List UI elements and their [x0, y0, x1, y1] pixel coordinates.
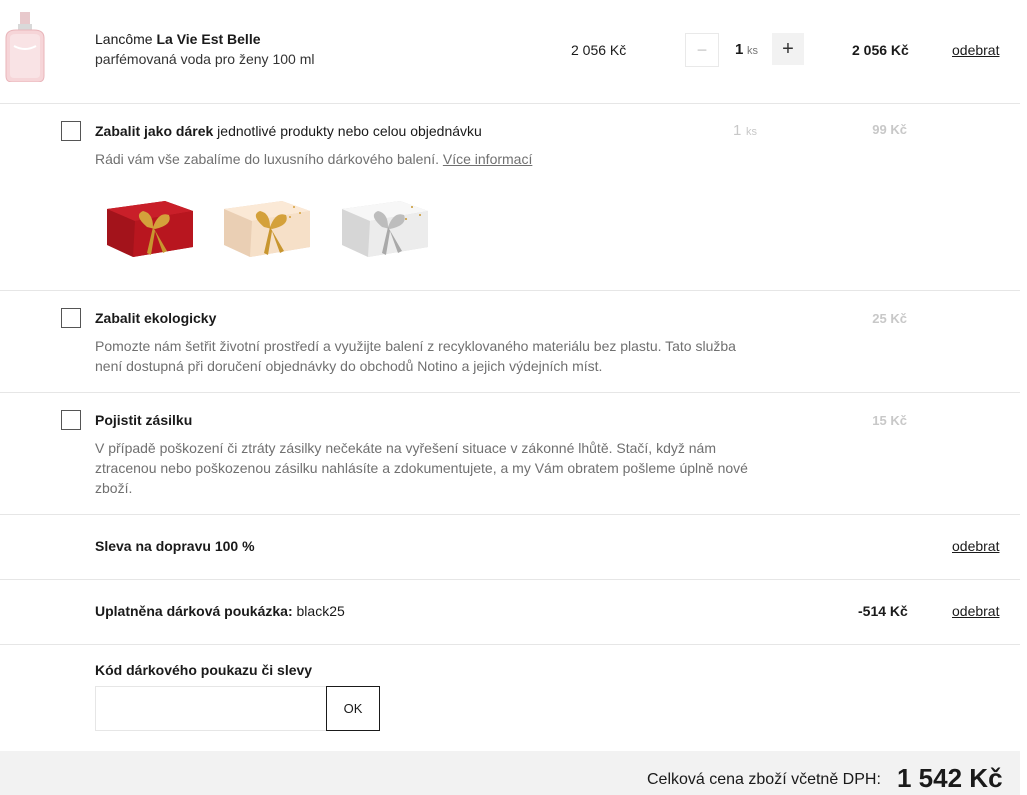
insurance-price: 15 Kč	[872, 413, 907, 428]
gift-wrap-checkbox[interactable]	[61, 121, 81, 141]
divider	[0, 579, 1020, 580]
discount-code-input[interactable]	[95, 686, 327, 731]
insurance-title-text: Pojistit zásilku	[95, 412, 193, 428]
voucher-label: Uplatněna dárková poukázka: black25	[95, 603, 345, 619]
product-subtitle: parfémovaná voda pro ženy 100 ml	[95, 51, 315, 67]
gift-wrap-description-text: Rádi vám vše zabalíme do luxusního dárko…	[95, 151, 443, 167]
eco-wrap-price: 25 Kč	[872, 311, 907, 326]
quantity-value: 1	[735, 41, 744, 58]
quantity-decrease-button[interactable]: −	[685, 33, 719, 67]
divider	[0, 392, 1020, 393]
product-brand: Lancôme	[95, 31, 153, 47]
eco-wrap-description: Pomozte nám šetřit životní prostředí a v…	[95, 338, 736, 374]
unit-price: 2 056 Kč	[571, 42, 627, 58]
insurance-description: V případě poškození či ztráty zásilky ne…	[95, 440, 748, 496]
gift-wrap-title-rest: jednotlivé produkty nebo celou objednávk…	[213, 123, 482, 139]
gift-wrap-title: Zabalit jako dárek jednotlivé produkty n…	[95, 123, 482, 139]
perfume-bottle-icon	[5, 12, 45, 82]
apply-code-button[interactable]: OK	[326, 686, 380, 731]
gift-wrap-price: 99 Kč	[872, 122, 907, 137]
divider	[0, 514, 1020, 515]
total-label: Celková cena zboží včetně DPH:	[647, 771, 881, 788]
voucher-code: black25	[292, 603, 345, 619]
gift-wrap-quantity: 1	[733, 122, 742, 139]
gift-wrap-description: Rádi vám vše zabalíme do luxusního dárko…	[95, 149, 755, 169]
remove-item-link[interactable]: odebrat	[952, 42, 999, 58]
remove-shipping-discount-link[interactable]: odebrat	[952, 538, 999, 554]
item-total-price: 2 056 Kč	[852, 42, 909, 58]
product-name: La Vie Est Belle	[156, 31, 261, 47]
voucher-label-bold: Uplatněna dárková poukázka:	[95, 603, 293, 619]
divider	[0, 103, 1020, 104]
quantity-unit: ks	[747, 45, 758, 57]
quantity-increase-button[interactable]: +	[772, 33, 804, 65]
white-gift-box-icon[interactable]	[338, 197, 430, 261]
insurance-checkbox[interactable]	[61, 410, 81, 430]
discount-code-label: Kód dárkového poukazu či slevy	[95, 662, 313, 678]
insurance-title: Pojistit zásilku	[95, 412, 192, 428]
gift-wrap-quantity-unit: ks	[746, 126, 757, 138]
product-title[interactable]: Lancôme La Vie Est Belle	[95, 31, 261, 47]
gift-wrap-title-bold: Zabalit jako dárek	[95, 123, 214, 139]
divider	[0, 290, 1020, 291]
eco-wrap-title: Zabalit ekologicky	[95, 310, 216, 326]
more-info-link[interactable]: Více informací	[443, 151, 532, 167]
total-price: 1 542 Kč	[897, 763, 1003, 793]
eco-wrap-title-text: Zabalit ekologicky	[95, 310, 217, 326]
eco-wrap-checkbox[interactable]	[61, 308, 81, 328]
shipping-discount-label: Sleva na dopravu 100 %	[95, 538, 255, 554]
red-gift-box-icon[interactable]	[103, 197, 195, 261]
divider	[0, 644, 1020, 645]
voucher-amount: -514 Kč	[858, 603, 908, 619]
cream-gift-box-icon[interactable]	[220, 197, 312, 261]
remove-voucher-link[interactable]: odebrat	[952, 603, 999, 619]
